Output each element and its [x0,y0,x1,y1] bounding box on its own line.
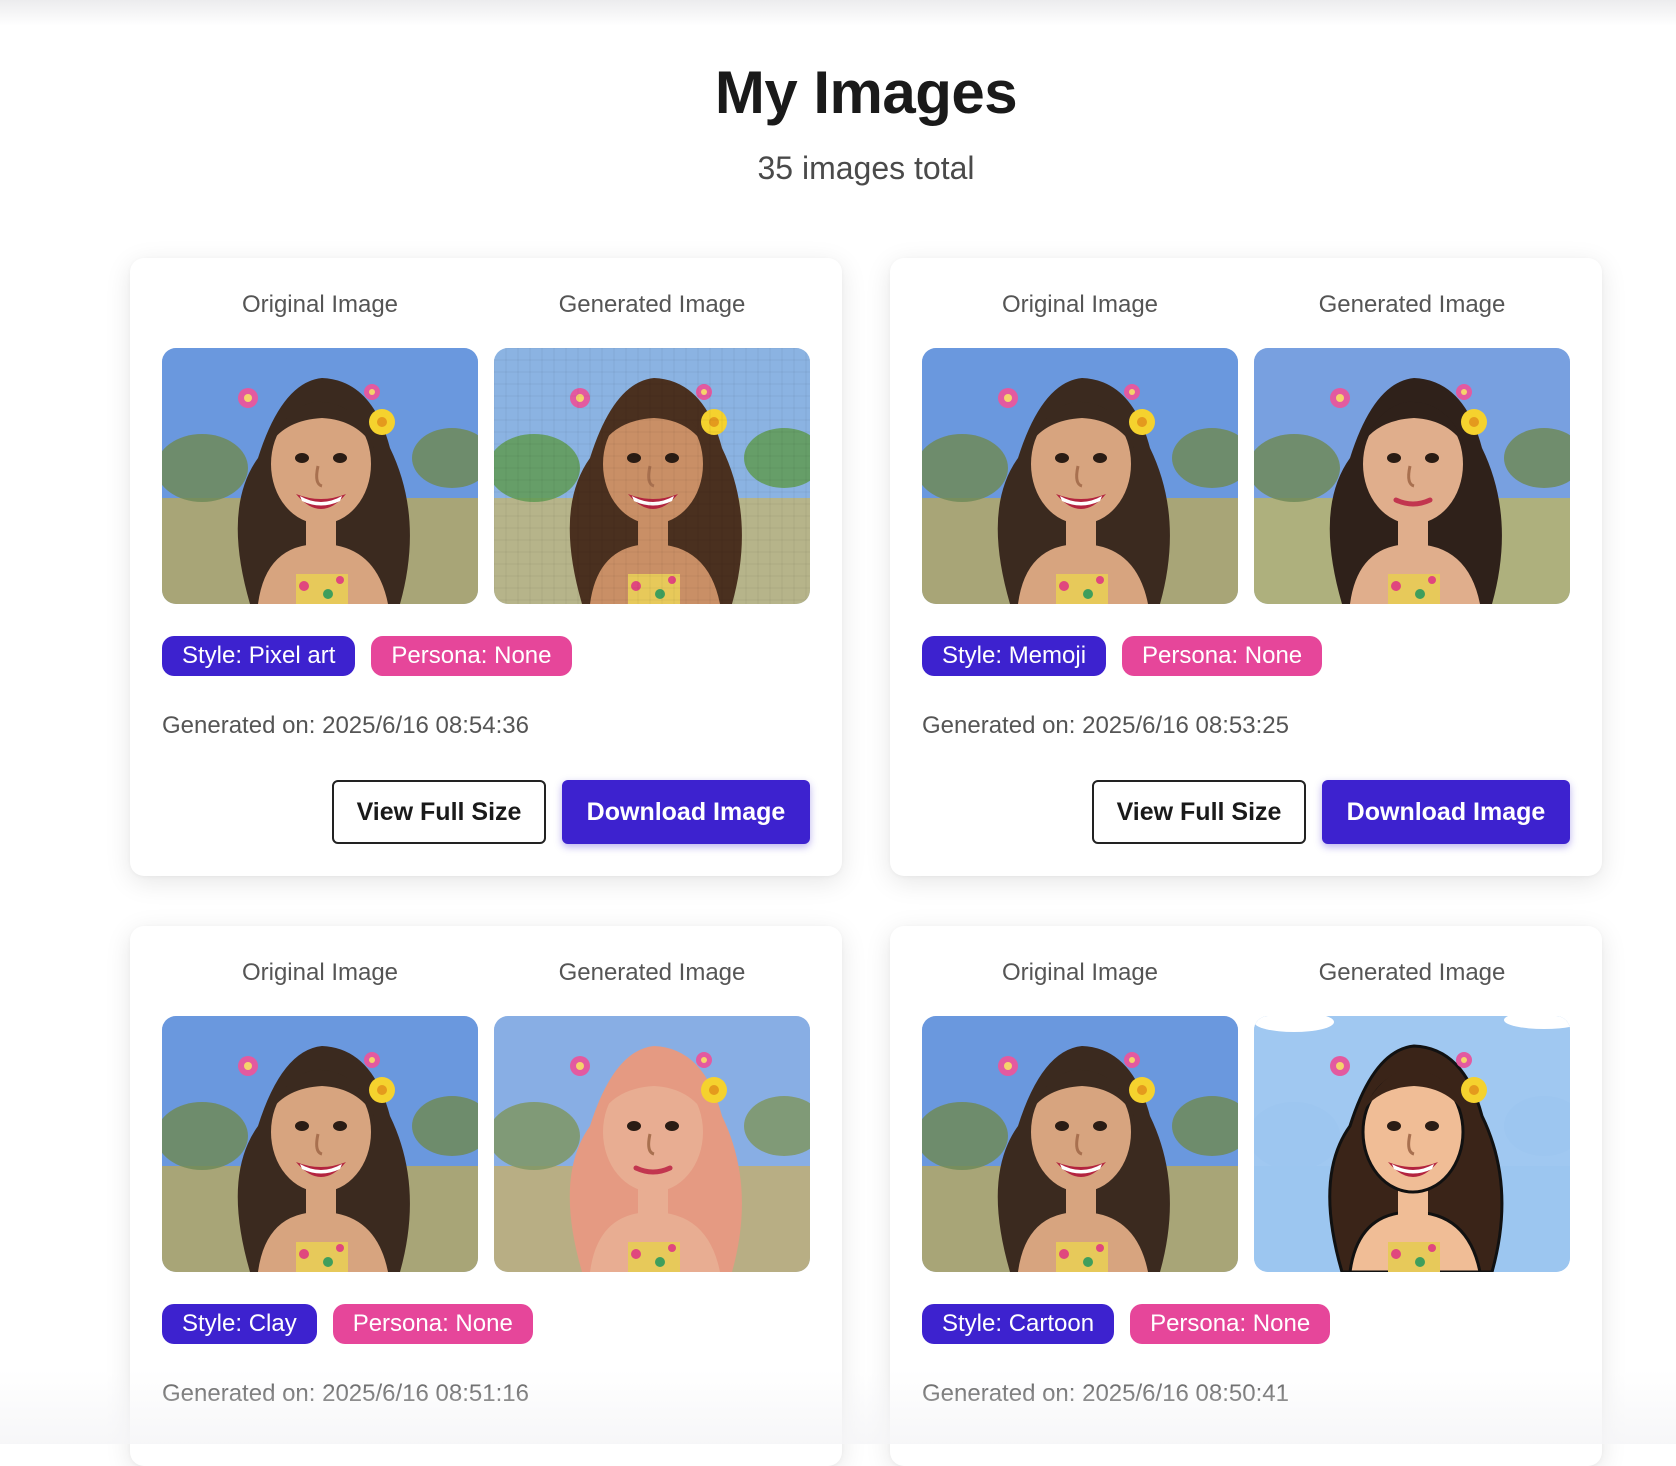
portrait-illustration [922,348,1238,604]
download-image-button[interactable]: Download Image [562,780,810,844]
portrait-illustration [162,1016,478,1272]
original-image-label: Original Image [1001,959,1159,986]
original-image-column: Original Image [922,958,1238,1272]
tag-row: Style: Pixel art Persona: None [162,636,572,676]
generated-image-label: Generated Image [1318,291,1506,318]
portrait-illustration [1254,1016,1570,1272]
top-shadow [0,0,1676,26]
style-tag: Style: Pixel art [162,636,356,676]
original-image-label: Original Image [241,291,399,318]
original-image[interactable] [922,1016,1238,1272]
generated-image[interactable] [494,1016,810,1272]
generated-date: Generated on: 2025/6/16 08:51:16 [162,1380,529,1407]
original-image-column: Original Image [162,290,478,604]
image-count: 35 images total [757,150,975,186]
page-title: My Images [714,59,1018,126]
generated-date: Generated on: 2025/6/16 08:53:25 [922,712,1289,739]
portrait-illustration [1254,348,1570,604]
generated-image-label: Generated Image [558,959,746,986]
persona-tag: Persona: None [371,636,572,676]
original-image-column: Original Image [922,290,1238,604]
portrait-illustration [162,348,478,604]
generated-image-column: Generated Image [1254,290,1570,604]
original-image[interactable] [162,1016,478,1272]
view-full-size-button[interactable]: View Full Size [1092,780,1306,844]
card-actions: View Full Size Download Image [332,780,810,844]
generated-image-label: Generated Image [1318,959,1506,986]
persona-tag: Persona: None [332,1304,533,1344]
tag-row: Style: Memoji Persona: None [922,636,1323,676]
view-full-size-button[interactable]: View Full Size [332,780,546,844]
generated-image[interactable] [1254,348,1570,604]
persona-tag: Persona: None [1122,636,1323,676]
image-card: Original Image Generated Image [130,926,842,1466]
image-card: Original Image Generated Image [890,926,1602,1466]
generated-image-column: Generated Image [494,290,810,604]
generated-image[interactable] [494,348,810,604]
generated-date: Generated on: 2025/6/16 08:50:41 [922,1380,1289,1407]
persona-tag: Persona: None [1130,1304,1331,1344]
portrait-illustration [494,1016,810,1272]
generated-date: Generated on: 2025/6/16 08:54:36 [162,712,529,739]
original-image-column: Original Image [162,958,478,1272]
portrait-illustration [922,1016,1238,1272]
generated-image-column: Generated Image [1254,958,1570,1272]
original-image-label: Original Image [1001,291,1159,318]
original-image[interactable] [922,348,1238,604]
generated-image-label: Generated Image [558,291,746,318]
download-image-button[interactable]: Download Image [1322,780,1570,844]
generated-image-column: Generated Image [494,958,810,1272]
tag-row: Style: Clay Persona: None [162,1304,533,1344]
portrait-illustration [494,348,810,604]
original-image[interactable] [162,348,478,604]
card-actions: View Full Size Download Image [1092,780,1570,844]
generated-image[interactable] [1254,1016,1570,1272]
tag-row: Style: Cartoon Persona: None [922,1304,1331,1344]
style-tag: Style: Cartoon [922,1304,1115,1344]
original-image-label: Original Image [241,959,399,986]
image-card: Original Image Generated Image [890,258,1602,876]
style-tag: Style: Clay [162,1304,317,1344]
style-tag: Style: Memoji [922,636,1107,676]
image-card: Original Image Generated Image [130,258,842,876]
